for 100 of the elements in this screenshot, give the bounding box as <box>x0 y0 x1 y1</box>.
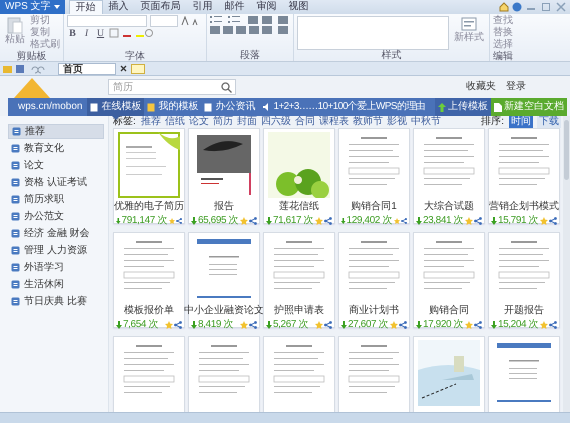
star-icon[interactable] <box>540 217 548 225</box>
template-card[interactable]: 购销合同 17,920 次 <box>413 232 485 328</box>
tag-link[interactable]: 教师节 <box>352 116 383 128</box>
tag-link[interactable]: 合同 <box>294 116 315 128</box>
share-icon[interactable] <box>549 217 557 225</box>
tag-link[interactable]: 封面 <box>236 116 257 128</box>
ribbon-tab[interactable]: 开始 <box>68 0 103 14</box>
font-style-button[interactable]: B <box>67 28 78 38</box>
template-card[interactable]: 商业计划书 27,607 次 <box>338 232 410 328</box>
scrollbar[interactable] <box>563 116 570 412</box>
share-icon[interactable] <box>474 217 482 225</box>
star-icon[interactable] <box>315 321 323 329</box>
list-icon <box>11 246 20 255</box>
ribbon-tab[interactable]: 邮件 <box>218 0 251 14</box>
tag-link[interactable]: 简历 <box>212 116 233 128</box>
ribbon-tab[interactable]: 引用 <box>186 0 219 14</box>
tag-link[interactable]: 中秋节 <box>410 116 441 128</box>
nav-tab[interactable]: 办公资讯 <box>201 98 258 116</box>
document-tab[interactable]: 首页 <box>58 62 116 74</box>
star-icon[interactable] <box>465 217 474 225</box>
star-icon[interactable] <box>315 217 324 225</box>
ribbon-tab[interactable]: 审阅 <box>250 0 283 14</box>
category-item[interactable]: 节日庆典 比赛 <box>8 294 104 309</box>
upload-button[interactable]: 上传模板 <box>435 98 491 116</box>
template-card[interactable]: 报告 65,695 次 <box>188 128 260 224</box>
share-icon[interactable] <box>324 217 332 225</box>
star-icon[interactable] <box>394 217 400 225</box>
share-icon[interactable] <box>399 321 407 329</box>
share-icon[interactable] <box>176 217 182 225</box>
category-item[interactable]: 办公范文 <box>8 209 104 224</box>
star-icon[interactable] <box>240 321 248 329</box>
text-effects-icon[interactable] <box>109 28 153 38</box>
sort-button[interactable]: 时间 <box>509 116 533 128</box>
template-card[interactable]: 护照申请表 5,267 次 <box>263 232 335 328</box>
template-card[interactable] <box>113 336 185 412</box>
star-icon[interactable] <box>390 321 398 329</box>
template-card[interactable] <box>413 336 485 412</box>
share-icon[interactable] <box>324 321 332 329</box>
star-icon[interactable] <box>168 217 175 225</box>
font-size-field[interactable] <box>150 15 178 27</box>
style-icon <box>460 16 478 32</box>
category-item[interactable]: 简历求职 <box>8 192 104 207</box>
header-link[interactable]: 收藏夹 <box>466 81 496 93</box>
category-item[interactable]: 生活休闲 <box>8 277 104 292</box>
template-card[interactable] <box>338 336 410 412</box>
app-menu-button[interactable]: WPS 文字 <box>0 0 65 14</box>
category-item[interactable]: 资格 认证考试 <box>8 175 104 190</box>
search-field[interactable]: 简历 <box>108 79 236 95</box>
font-style-button[interactable]: I <box>81 28 92 38</box>
category-item[interactable]: 经济 金融 财会 <box>8 226 104 241</box>
caret-icon[interactable] <box>54 5 60 9</box>
font-style-button[interactable]: U <box>95 28 106 38</box>
star-icon[interactable] <box>540 321 548 329</box>
group-label: 段落 <box>239 50 261 61</box>
ribbon-tab[interactable]: 插入 <box>102 0 135 14</box>
nav-tab[interactable]: 我的模板 <box>144 98 202 116</box>
share-icon[interactable] <box>249 321 257 329</box>
close-icon[interactable] <box>120 65 127 72</box>
category-item[interactable]: 外语学习 <box>8 260 104 275</box>
category-item[interactable]: 管理 人力资源 <box>8 243 104 258</box>
search-icon[interactable] <box>221 82 232 92</box>
tag-link[interactable]: 课程表 <box>318 116 349 128</box>
template-card[interactable]: 大综合试题 23,841 次 <box>413 128 485 224</box>
list-icons[interactable] <box>210 15 290 25</box>
style-gallery[interactable] <box>297 16 449 50</box>
template-card[interactable]: 开题报告 15,204 次 <box>488 232 560 328</box>
list-icon <box>11 161 20 170</box>
share-icon[interactable] <box>474 321 482 329</box>
template-card[interactable] <box>488 336 560 412</box>
tag-link[interactable]: 推荐 <box>140 116 161 128</box>
star-icon[interactable] <box>465 321 474 329</box>
ribbon-tab[interactable]: 页面布局 <box>134 0 187 14</box>
tag-link[interactable]: 影视 <box>386 116 407 128</box>
download-icon <box>491 321 497 329</box>
template-card[interactable]: 优雅的电子简历 791,147 次 <box>113 128 185 224</box>
slogan-link[interactable]: 1+2+3……10+100个爱上WPS的理由 <box>273 98 426 116</box>
maximize-icon[interactable] <box>540 2 552 12</box>
category-item[interactable]: 论文 <box>8 158 104 173</box>
template-card[interactable]: 购销合同1 129,402 次 <box>338 128 410 224</box>
template-card[interactable] <box>188 336 260 412</box>
star-icon[interactable] <box>165 321 173 329</box>
header-link[interactable]: 登录 <box>506 81 526 93</box>
sort-button[interactable]: 下载 <box>537 116 561 128</box>
share-icon[interactable] <box>400 217 407 225</box>
ribbon-tab[interactable]: 视图 <box>282 0 315 14</box>
category-item[interactable]: 教育文化 <box>8 141 104 156</box>
tag-link[interactable]: 信纸 <box>164 116 185 128</box>
share-icon[interactable] <box>549 321 557 329</box>
list-icon <box>11 263 20 272</box>
template-card[interactable]: 莲花信纸 71,617 次 <box>263 128 335 224</box>
star-icon[interactable] <box>240 217 248 225</box>
font-name-field[interactable] <box>67 15 147 27</box>
template-card[interactable]: 营销企划书模式 15,791 次 <box>488 128 560 224</box>
share-icon[interactable] <box>174 321 182 329</box>
template-card[interactable] <box>263 336 335 412</box>
category-item[interactable]: 推荐 <box>8 124 104 139</box>
align-icons[interactable] <box>210 25 290 35</box>
template-card[interactable]: 模板报价单 7,654 次 <box>113 232 185 328</box>
share-icon[interactable] <box>249 217 257 225</box>
home-icon[interactable] <box>499 2 509 12</box>
